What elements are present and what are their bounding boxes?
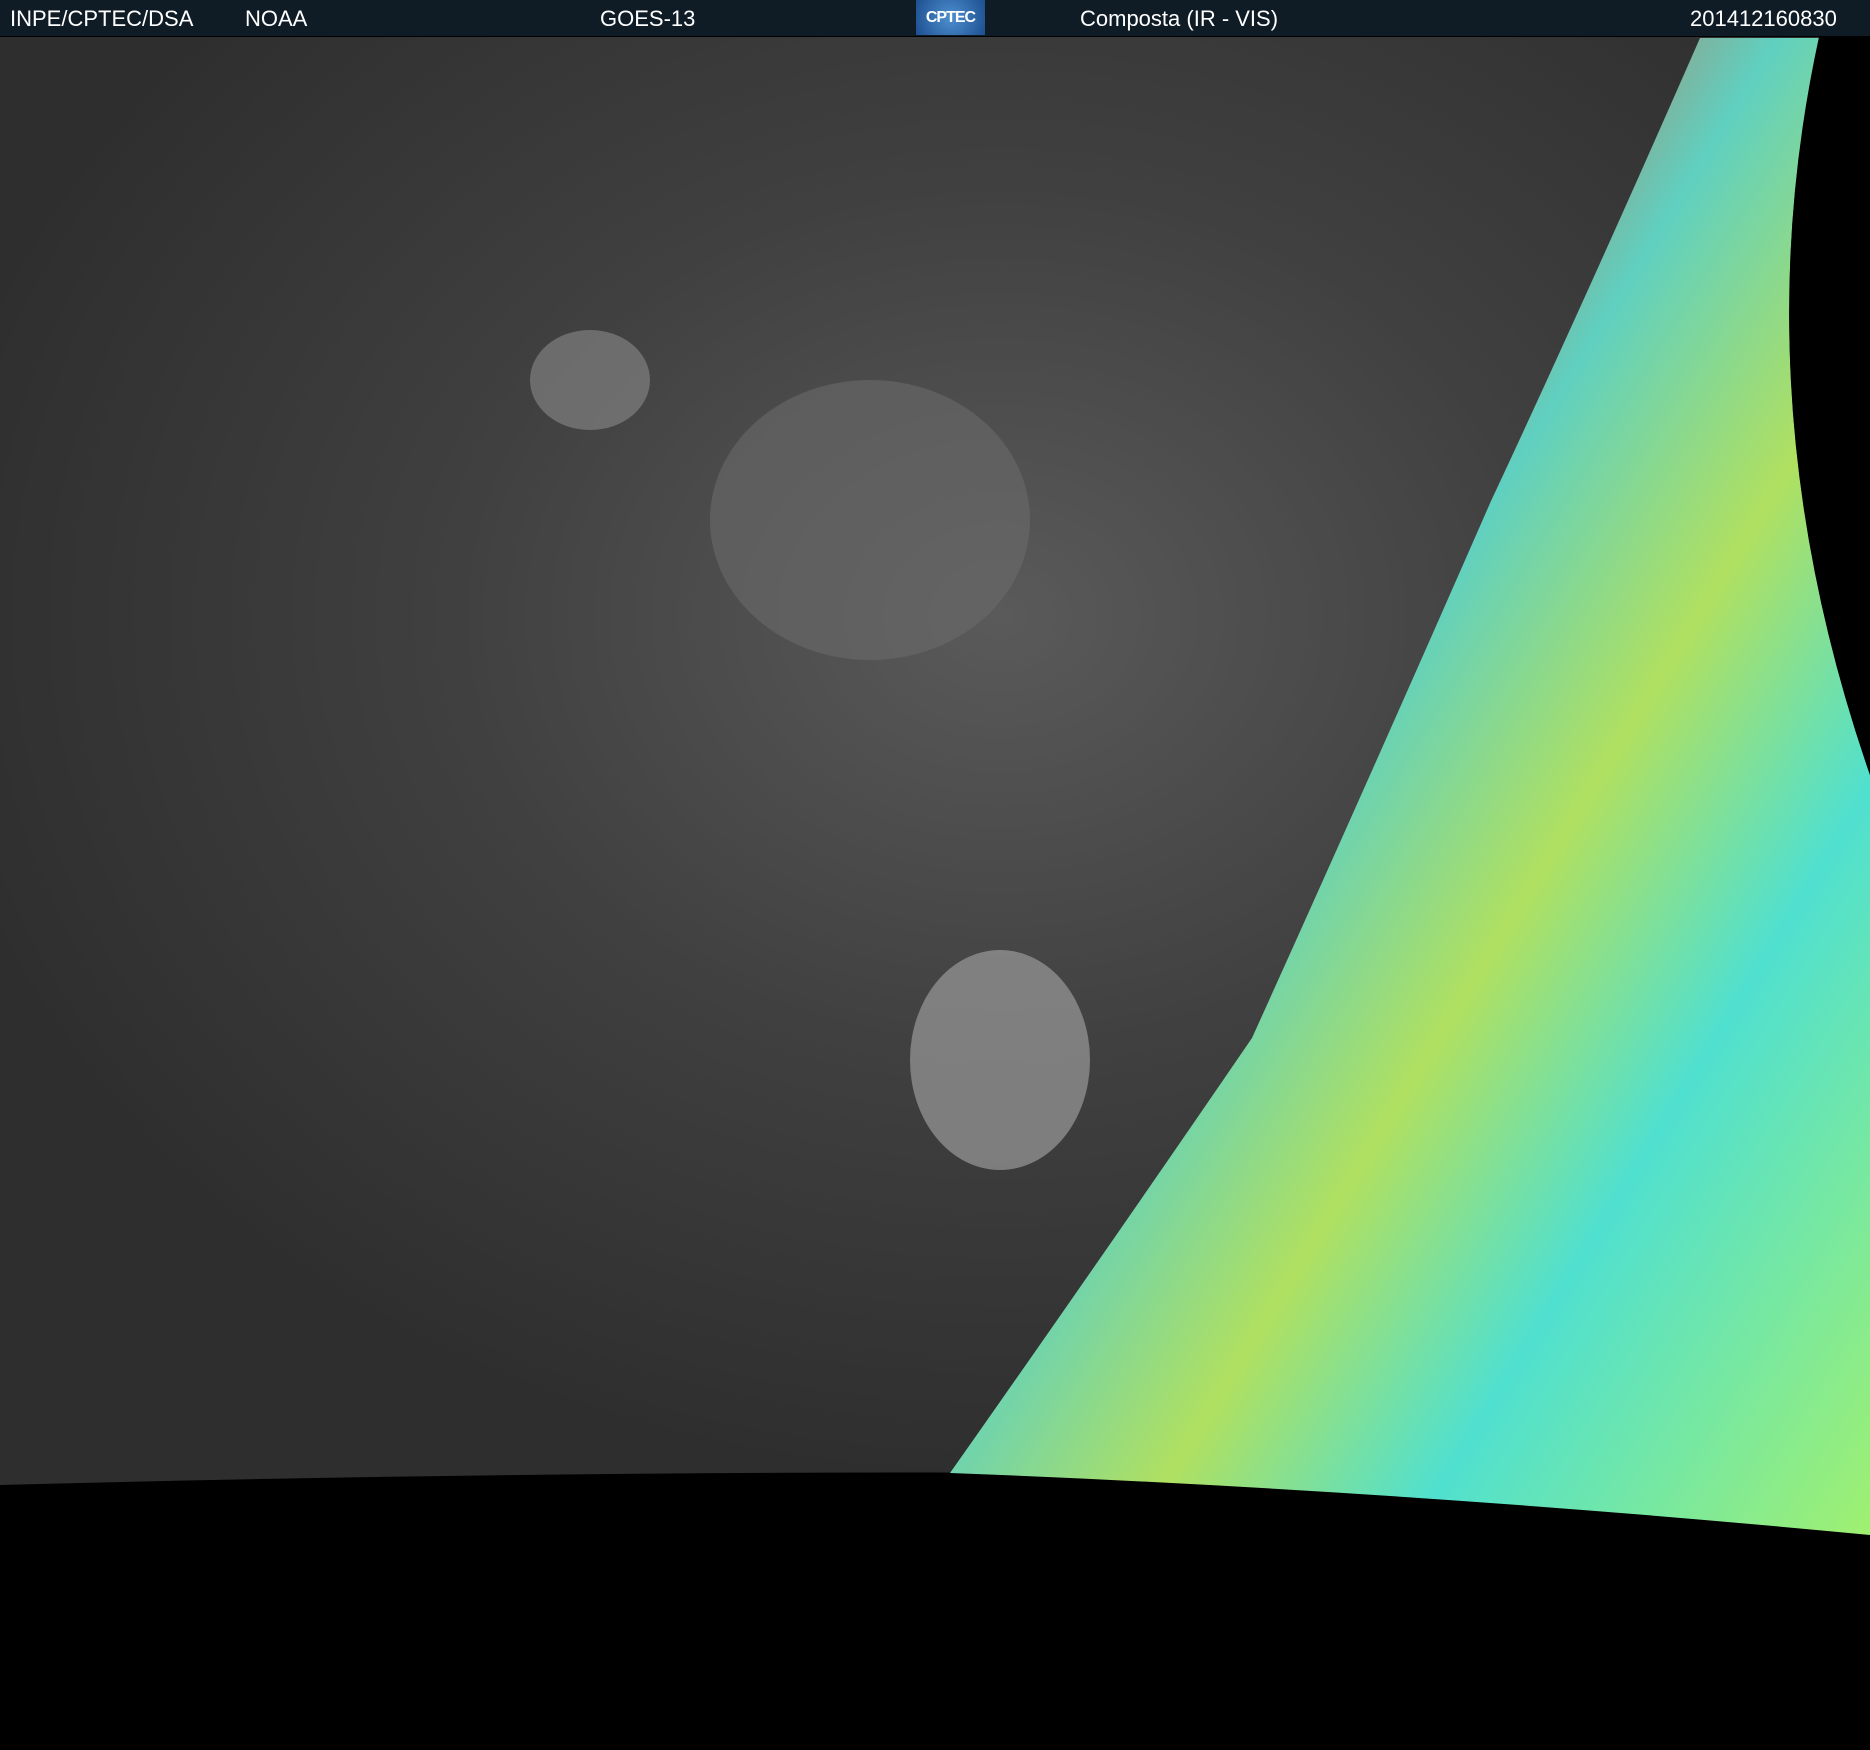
image-header: INPE/CPTEC/DSA NOAA GOES-13 CPTEC Compos… [0,0,1870,37]
cptec-logo: CPTEC [916,0,985,35]
agency-label: NOAA [245,6,308,31]
cloud-cluster [530,330,650,430]
cloud-cluster [710,380,1030,660]
satellite-image [0,37,1870,1750]
institution-label: INPE/CPTEC/DSA [10,6,194,31]
timestamp-label: 201412160830 [1690,6,1837,31]
cloud-cluster [910,950,1090,1170]
satellite-label: GOES-13 [600,6,696,31]
product-label: Composta (IR - VIS) [1080,6,1279,31]
